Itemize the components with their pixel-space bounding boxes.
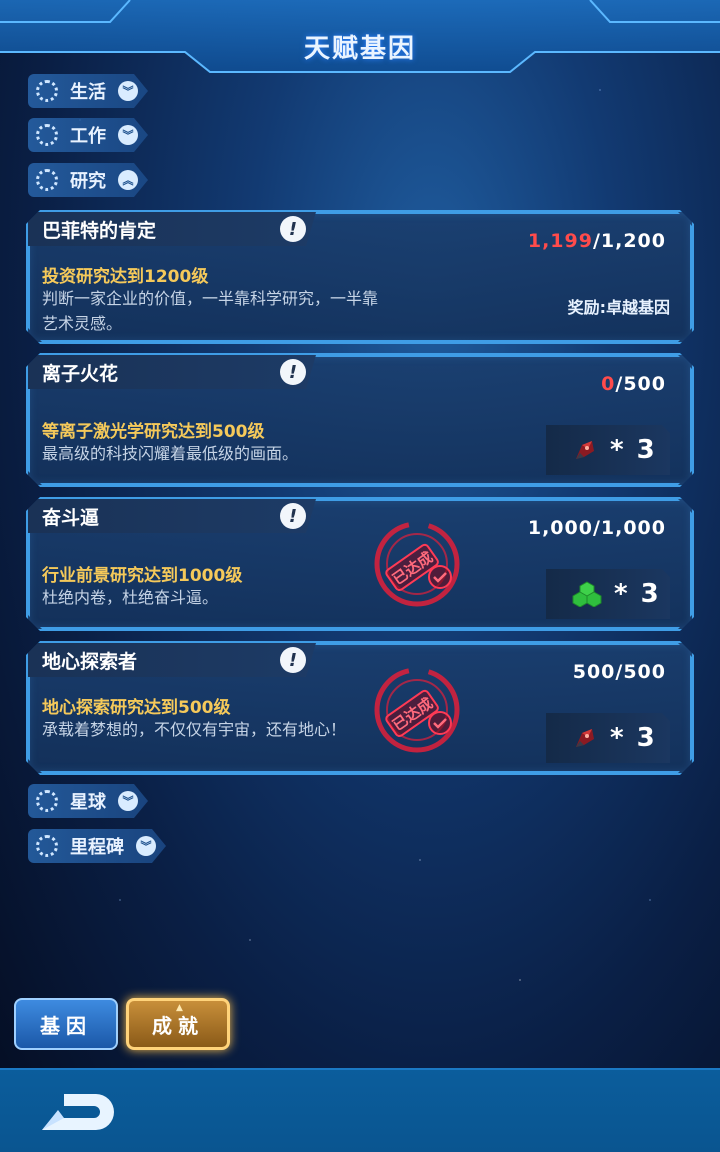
progress-value: 500/500 — [573, 661, 666, 683]
info-icon[interactable]: ! — [280, 359, 306, 385]
chevron-down-icon: ︾ — [136, 836, 156, 856]
category-label: 生活 — [70, 82, 106, 103]
ring-icon — [36, 790, 58, 812]
caret-up-icon: ▲ — [176, 1003, 183, 1013]
category-milestone[interactable]: 里程碑 ︾ — [28, 829, 166, 863]
progress-current: 500 — [572, 661, 616, 683]
category-label: 里程碑 — [70, 837, 124, 858]
progress-value: 0/500 — [601, 373, 666, 395]
category-label: 星球 — [70, 792, 106, 813]
requirement-text: 地心探索研究达到500级 — [42, 698, 231, 718]
card-title: 离子火花 — [42, 363, 119, 385]
requirement-text: 行业前景研究达到1000级 — [42, 566, 243, 586]
category-label: 工作 — [70, 126, 106, 147]
achievement-card: 离子火花 ! 0/500 等离子激光学研究达到500级 最高级的科技闪耀着最低级… — [26, 353, 694, 487]
requirement-text: 投资研究达到1200级 — [42, 267, 209, 287]
ring-icon — [36, 80, 58, 102]
progress-value: 1,199/1,200 — [528, 230, 666, 252]
description-text: 杜绝内卷，杜绝奋斗逼。 — [42, 588, 219, 607]
category-work[interactable]: 工作 ︾ — [28, 118, 148, 152]
bottom-bar — [0, 1068, 720, 1152]
chevron-down-icon: ︾ — [118, 791, 138, 811]
info-icon[interactable]: ! — [280, 503, 306, 529]
category-research[interactable]: 研究 ︽ — [28, 163, 148, 197]
achievement-card: 巴菲特的肯定 ! 1,199/1,200 投资研究达到1200级 判断一家企业的… — [26, 210, 694, 344]
rocket-ship-icon — [572, 437, 598, 463]
category-label: 研究 — [70, 171, 106, 192]
ring-icon — [36, 835, 58, 857]
tab-gene[interactable]: 基因 — [14, 998, 118, 1050]
card-title: 地心探索者 — [42, 651, 138, 673]
header-bar: 天赋基因 — [0, 0, 720, 74]
reward-count: * 3 — [614, 579, 661, 609]
progress-current: 1,199 — [527, 230, 593, 252]
achievement-card: 地心探索者 ! 500/500 地心探索研究达到500级 承载着梦想的，不仅仅有… — [26, 641, 694, 775]
progress-total: /500 — [615, 661, 666, 683]
reward-text: 奖励:卓越基因 — [567, 298, 670, 317]
chevron-up-icon: ︽ — [118, 170, 138, 190]
back-arrow-icon[interactable] — [36, 1088, 116, 1134]
tab-label: 基因 — [40, 1013, 92, 1038]
chevron-down-icon: ︾ — [118, 125, 138, 145]
tab-label: 成就 — [152, 1013, 204, 1038]
achieved-stamp: 已达成 — [372, 519, 462, 609]
description-text: 最高级的科技闪耀着最低级的画面。 — [42, 444, 299, 463]
info-icon[interactable]: ! — [280, 647, 306, 673]
progress-total: /1,200 — [592, 230, 666, 252]
achieved-stamp: 已达成 — [372, 665, 462, 755]
green-gem-cluster-icon — [572, 581, 602, 607]
progress-current: 1,000 — [527, 517, 593, 539]
ring-icon — [36, 169, 58, 191]
card-title: 巴菲特的肯定 — [42, 220, 157, 242]
info-icon[interactable]: ! — [280, 216, 306, 242]
category-life[interactable]: 生活 ︾ — [28, 74, 148, 108]
ring-icon — [36, 124, 58, 146]
reward-count: * 3 — [610, 723, 657, 753]
requirement-text: 等离子激光学研究达到500级 — [42, 422, 265, 442]
page-title: 天赋基因 — [303, 34, 416, 64]
reward-count: * 3 — [610, 435, 657, 465]
description-text: 承载着梦想的，不仅仅有宇宙，还有地心！ — [42, 720, 347, 739]
progress-total: /500 — [615, 373, 666, 395]
progress-total: /1,000 — [592, 517, 666, 539]
reward-slot: * 3 — [546, 569, 670, 619]
tab-achievement[interactable]: ▲ 成就 — [126, 998, 230, 1050]
progress-value: 1,000/1,000 — [528, 517, 666, 539]
reward-slot: * 3 — [546, 713, 670, 763]
achievement-card: 奋斗逼 ! 1,000/1,000 行业前景研究达到1000级 杜绝内卷，杜绝奋… — [26, 497, 694, 631]
reward-slot: * 3 — [546, 425, 670, 475]
category-planet[interactable]: 星球 ︾ — [28, 784, 148, 818]
rocket-ship-icon — [572, 725, 598, 751]
description-text: 判断一家企业的价值，一半靠科学研究，一半靠艺术灵感。 — [42, 289, 379, 333]
progress-current: 0 — [601, 373, 616, 395]
chevron-down-icon: ︾ — [118, 81, 138, 101]
card-title: 奋斗逼 — [42, 507, 100, 529]
